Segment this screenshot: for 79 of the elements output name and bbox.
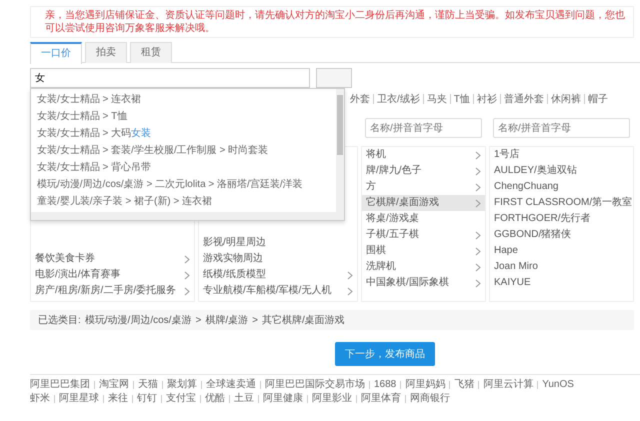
category-link[interactable]: 其它棋牌/桌面游戏 xyxy=(262,312,345,328)
footer-link[interactable]: 阿里星球 xyxy=(59,392,99,406)
category-item[interactable]: 子棋/五子棋 xyxy=(362,227,485,243)
category-item[interactable]: KAIYUE xyxy=(490,275,633,291)
footer-link[interactable]: 土豆 xyxy=(234,392,254,406)
category-link[interactable]: 棋牌/桌游 xyxy=(205,312,248,328)
footer-link[interactable]: 阿里健康 xyxy=(263,392,303,406)
tag-link[interactable]: 帽子 xyxy=(588,92,608,106)
selected-category-label: 已选类目: xyxy=(38,314,81,328)
scrollbar[interactable] xyxy=(31,212,344,220)
next-button[interactable]: 下一步，发布商品 xyxy=(335,342,435,366)
notice-text: 亲，当您遇到店铺保证金、资质认证等问题时，请先确认对方的淘宝小二身份后再沟通，谨防上当受骗。如发布宝贝遇到问题，您也可以尝试使用咨询万象客服来解决哦。 xyxy=(30,6,634,38)
suggestion-item[interactable]: 女装/女士精品 > T恤 xyxy=(31,108,336,125)
category-item[interactable]: 纸模/纸质模型 xyxy=(199,267,357,283)
category-item[interactable]: Joan Miro xyxy=(490,259,633,275)
category-search-field[interactable]: 名称/拼音首字母 xyxy=(493,118,630,138)
suggestion-item[interactable]: 女装/女士精品 > 背心吊带 xyxy=(31,159,336,176)
footer-link[interactable]: 全球速卖通 xyxy=(206,378,256,392)
footer-link[interactable]: 来往 xyxy=(108,392,128,406)
tab[interactable]: 一口价 xyxy=(30,42,82,64)
footer-link[interactable]: 阿里体育 xyxy=(361,392,401,406)
category-item[interactable]: 牌/牌九/色子 xyxy=(362,163,485,179)
category-item[interactable]: 影视/明星周边 xyxy=(199,235,357,251)
separator-text: > xyxy=(252,314,258,328)
category-item[interactable]: 它棋牌/桌面游戏 xyxy=(362,195,485,211)
category-item[interactable]: 专业航模/车船模/军模/无人机 xyxy=(199,283,357,299)
category-item[interactable]: 围棋 xyxy=(362,243,485,259)
tag-link[interactable]: 马夹 xyxy=(426,92,447,106)
category-search-field[interactable]: 名称/拼音首字母 xyxy=(365,118,482,138)
category-item[interactable]: ChengChuang xyxy=(490,179,633,195)
tag-link[interactable]: 衬衫 xyxy=(476,92,497,106)
category-item[interactable]: 方 xyxy=(362,179,485,195)
suggestion-item[interactable]: 童装/婴儿装/亲子装 > 裙子(新) > 连衣裙 xyxy=(31,193,336,210)
category-item[interactable]: AULDEY/奥迪双钻 xyxy=(490,163,633,179)
tab[interactable]: 租赁 xyxy=(130,42,172,63)
suggestion-item[interactable]: 女装/女士精品 > 套装/学生校服/工作制服 > 时尚套装 xyxy=(31,142,336,159)
category-item[interactable]: 将桌/游戏桌 xyxy=(362,211,485,227)
category-item[interactable]: FORTHGOER/先行者 xyxy=(490,211,633,227)
footer-link[interactable]: 天猫 xyxy=(138,378,158,392)
footer-link[interactable]: 阿里巴巴国际交易市场 xyxy=(265,378,365,392)
category-item[interactable]: 电影/演出/体育赛事 xyxy=(31,267,194,283)
footer-link[interactable]: 阿里妈妈 xyxy=(405,378,446,392)
tag-link[interactable]: 休闲裤 xyxy=(550,92,581,106)
footer-link[interactable]: 支付宝 xyxy=(166,392,196,406)
tag-link[interactable]: T恤 xyxy=(454,92,470,106)
footer-link[interactable]: 阿里云计算 xyxy=(483,378,534,392)
footer-link[interactable]: 淘宝网 xyxy=(99,378,129,392)
category-item[interactable]: 游戏实物周边 xyxy=(199,251,357,267)
search-field[interactable]: 女 xyxy=(30,68,310,88)
tag-link[interactable]: 外套 xyxy=(350,92,370,106)
suggestion-item[interactable]: 女装/女士精品 > 大码女装 xyxy=(31,125,336,142)
footer-link[interactable]: 阿里巴巴集团 xyxy=(30,378,90,392)
search-button[interactable] xyxy=(316,68,352,88)
tag-link[interactable]: 卫衣/绒衫 xyxy=(377,92,420,106)
footer-link[interactable]: 钉钉 xyxy=(137,392,157,406)
tab[interactable]: 拍卖 xyxy=(85,42,127,63)
category-item[interactable]: 房产/租房/新房/二手房/委托服务 xyxy=(31,283,194,299)
suggestion-item[interactable]: 模玩/动漫/周边/cos/桌游 > 二次元lolita > 洛丽塔/宫廷装/洋装 xyxy=(31,176,336,193)
footer-link[interactable]: 虾米 xyxy=(30,392,50,406)
category-link[interactable]: 模玩/动漫/周边/cos/桌游 xyxy=(84,312,192,328)
footer-link[interactable]: 聚划算 xyxy=(167,378,197,392)
footer-link[interactable]: 1688 xyxy=(374,378,396,392)
footer-link[interactable]: 飞猪 xyxy=(454,378,474,392)
footer-link[interactable]: YunOS xyxy=(542,378,574,392)
footer-link[interactable]: 优酷 xyxy=(205,392,225,406)
category-item[interactable]: 洗牌机 xyxy=(362,259,485,275)
category-item[interactable]: 中国象棋/国际象棋 xyxy=(362,275,485,291)
suggestion-item[interactable]: 女装/女士精品 > 连衣裙 xyxy=(31,91,336,108)
footer-link[interactable]: 阿里影业 xyxy=(312,392,352,406)
category-item[interactable]: 餐饮美食卡券 xyxy=(31,251,194,267)
separator-text: > xyxy=(195,314,202,328)
category-item[interactable]: GGBOND/猪猪侠 xyxy=(490,227,633,243)
category-item[interactable]: FIRST CLASSROOM/第一教室 xyxy=(490,195,633,211)
footer-link[interactable]: 网商银行 xyxy=(410,392,450,406)
category-item[interactable]: 1号店 xyxy=(490,147,633,163)
scrollbar[interactable] xyxy=(336,89,344,212)
category-item[interactable]: Hape xyxy=(490,243,633,259)
tag-link[interactable]: 普通外套 xyxy=(504,92,544,106)
category-item[interactable]: 将机 xyxy=(362,147,485,163)
